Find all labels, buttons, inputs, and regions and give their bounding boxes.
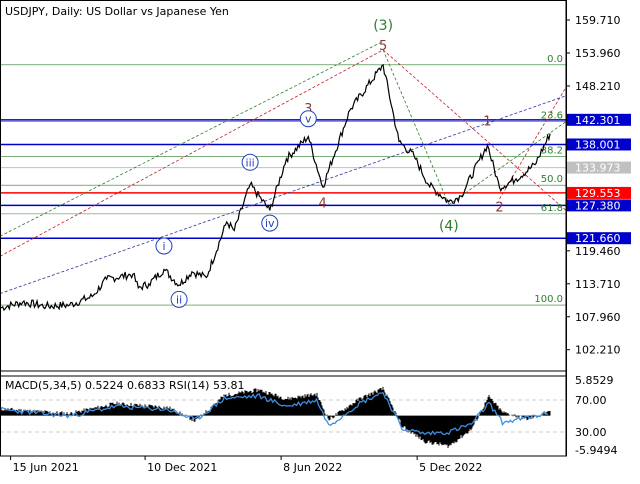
wave-label: v — [305, 113, 312, 126]
price-level-value: 138.001 — [575, 138, 621, 151]
y-tick-label: 119.460 — [575, 245, 621, 258]
chart-title: USDJPY, Daily: US Dollar vs Japanese Yen — [5, 5, 229, 18]
fib-level-label: 0.0 — [547, 54, 563, 65]
wave-label: 1 — [483, 115, 491, 130]
oscillator-y-tick-label: 70.00 — [575, 394, 607, 407]
price-level-value: 133.973 — [575, 162, 621, 175]
fib-level-label: 23.6 — [541, 111, 563, 122]
chart-root: 0.0 23.6 38.2 50.0 61.8 100.0 (3) 5 (4) 1 2 3 4 i ii i… — [0, 0, 640, 480]
oscillator-title: MACD(5,34,5) 0.5224 0.6833 RSI(14) 53.81 — [5, 379, 244, 392]
y-tick-label: 102.210 — [575, 344, 621, 357]
x-tick-label: 10 Dec 2021 — [147, 461, 217, 474]
y-tick-label: 153.960 — [575, 47, 621, 60]
wave-label: (4) — [439, 219, 459, 235]
fib-level-label: 38.2 — [541, 146, 563, 157]
wave-label: ii — [176, 293, 182, 306]
price-level-value: 127.380 — [575, 199, 621, 212]
y-tick-label: 148.210 — [575, 80, 621, 93]
x-tick-label: 15 Jun 2021 — [13, 461, 79, 474]
y-tick-label: 159.710 — [575, 14, 621, 27]
wave-label: iii — [246, 156, 255, 169]
price-level-value: 142.301 — [575, 114, 621, 127]
y-tick-label: 113.710 — [575, 278, 621, 291]
y-tick-label: 107.960 — [575, 311, 621, 324]
x-tick-label: 8 Jun 2022 — [283, 461, 342, 474]
fib-level-label: 50.0 — [541, 174, 563, 185]
wave-label: iv — [265, 217, 275, 230]
price-chart: 0.023.638.250.061.8100.0 (3)5(4)1234iiii… — [0, 0, 640, 480]
x-tick-label: 5 Dec 2022 — [419, 461, 482, 474]
oscillator-y-tick-label: -5.9494 — [575, 444, 617, 457]
oscillator-y-tick-label: 30.00 — [575, 426, 607, 439]
wave-label: (3) — [373, 18, 393, 34]
wave-label: 2 — [495, 201, 503, 216]
wave-label: 4 — [319, 197, 327, 212]
fib-level-label: 100.0 — [534, 294, 563, 305]
price-level-value: 121.660 — [575, 232, 621, 245]
price-level-value: 129.553 — [575, 187, 621, 200]
wave-label: 5 — [379, 39, 387, 54]
fib-level-label: 61.8 — [541, 203, 563, 214]
wave-label: i — [162, 240, 165, 253]
oscillator-y-tick-label: 5.8529 — [575, 374, 614, 387]
